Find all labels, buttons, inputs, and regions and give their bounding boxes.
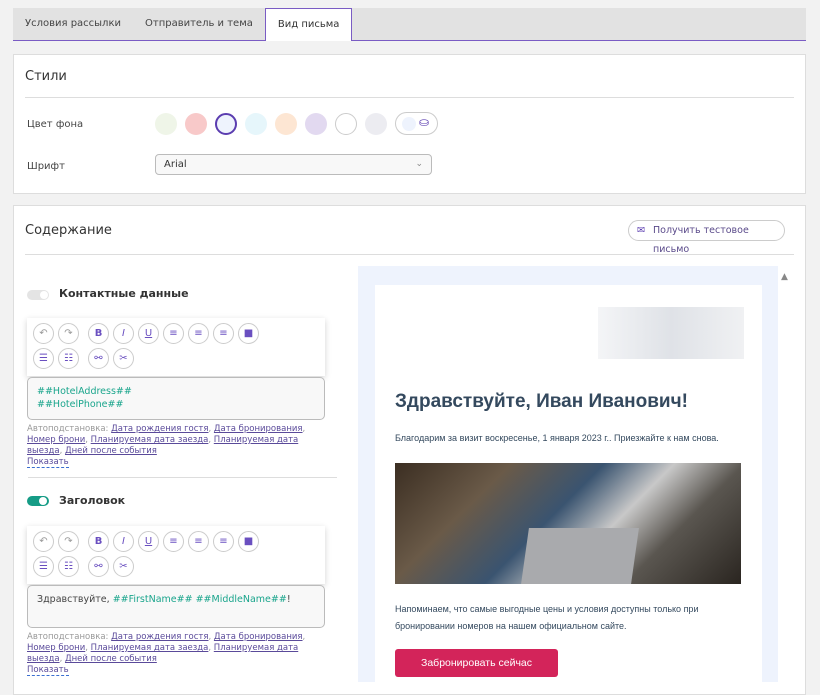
bold-icon[interactable]: B bbox=[88, 531, 109, 552]
header-suffix: ! bbox=[286, 594, 291, 605]
tag-hotel-address: ##HotelAddress## bbox=[37, 386, 132, 397]
unlink-icon[interactable]: ✂ bbox=[113, 348, 134, 369]
align-left-icon[interactable]: ≡ bbox=[163, 531, 184, 552]
book-now-button[interactable]: Забронировать сейчас bbox=[395, 649, 558, 677]
autosub-link[interactable]: Дата рождения гостя bbox=[111, 632, 208, 642]
scroll-up-arrow[interactable]: ▲ bbox=[781, 272, 788, 282]
email-body: Здравствуйте, Иван Иванович! Благодарим … bbox=[375, 285, 762, 685]
divider bbox=[28, 477, 337, 478]
paint-bucket-icon: ⛀ bbox=[419, 115, 430, 129]
show-more-link[interactable]: Показать bbox=[27, 665, 69, 676]
envelope-icon: ✉ bbox=[637, 225, 645, 236]
color-swatch[interactable] bbox=[335, 113, 357, 135]
bold-icon[interactable]: B bbox=[88, 323, 109, 344]
autosub-label: Автоподстановка: bbox=[27, 424, 112, 434]
redo-icon[interactable]: ↷ bbox=[58, 531, 79, 552]
color-swatch[interactable] bbox=[365, 113, 387, 135]
color-swatch[interactable] bbox=[215, 113, 237, 135]
tab-letter-view[interactable]: Вид письма bbox=[264, 8, 353, 41]
tag-hotel-phone: ##HotelPhone## bbox=[37, 399, 124, 410]
email-photo bbox=[395, 463, 741, 584]
color-swatch[interactable] bbox=[305, 113, 327, 135]
align-center-icon[interactable]: ≡ bbox=[188, 531, 209, 552]
autosub-link[interactable]: Номер брони bbox=[27, 643, 85, 653]
font-value: Arial bbox=[164, 159, 187, 170]
numbered-list-icon[interactable]: ☷ bbox=[58, 556, 79, 577]
undo-icon[interactable]: ↶ bbox=[33, 323, 54, 344]
header-editor[interactable]: Здравствуйте, ##FirstName## ##MiddleName… bbox=[27, 585, 325, 628]
justify-icon[interactable]: ■ bbox=[238, 531, 259, 552]
contacts-title: Контактные данные bbox=[59, 287, 189, 300]
color-swatch[interactable] bbox=[185, 113, 207, 135]
email-thanks: Благодарим за визит воскресенье, 1 январ… bbox=[395, 433, 719, 443]
logo-placeholder bbox=[598, 307, 744, 359]
autosub-link[interactable]: Дата бронирования bbox=[214, 632, 303, 642]
contacts-toggle[interactable] bbox=[27, 290, 49, 300]
bullet-list-icon[interactable]: ☰ bbox=[33, 348, 54, 369]
align-left-icon[interactable]: ≡ bbox=[163, 323, 184, 344]
font-select[interactable]: Arial ⌄ bbox=[155, 154, 432, 175]
bullet-list-icon[interactable]: ☰ bbox=[33, 556, 54, 577]
underline-icon[interactable]: U bbox=[138, 531, 159, 552]
align-right-icon[interactable]: ≡ bbox=[213, 531, 234, 552]
content-title: Содержание bbox=[25, 223, 112, 238]
autosub-link[interactable]: Дата рождения гостя bbox=[111, 424, 208, 434]
color-swatch[interactable] bbox=[245, 113, 267, 135]
laptop-image bbox=[521, 528, 639, 584]
styles-title: Стили bbox=[25, 69, 67, 84]
italic-icon[interactable]: I bbox=[113, 531, 134, 552]
autosub-link[interactable]: Дней после события bbox=[65, 654, 157, 664]
autosub-link[interactable]: Номер брони bbox=[27, 435, 85, 445]
email-reminder: Напоминаем, что самые выгодные цены и ус… bbox=[395, 604, 699, 631]
justify-icon[interactable]: ■ bbox=[238, 323, 259, 344]
custom-color-button[interactable]: ⛀ bbox=[395, 112, 438, 135]
tab-bar: Условия рассылки Отправитель и тема Вид … bbox=[13, 8, 806, 41]
undo-icon[interactable]: ↶ bbox=[33, 531, 54, 552]
align-right-icon[interactable]: ≡ bbox=[213, 323, 234, 344]
contacts-editor[interactable]: ##HotelAddress## ##HotelPhone## bbox=[27, 377, 325, 420]
autosubstitution: Автоподстановка: Дата рождения гостя, Да… bbox=[27, 632, 306, 676]
bg-color-label: Цвет фона bbox=[27, 119, 84, 130]
tab-sender[interactable]: Отправитель и тема bbox=[133, 8, 265, 40]
redo-icon[interactable]: ↷ bbox=[58, 323, 79, 344]
numbered-list-icon[interactable]: ☷ bbox=[58, 348, 79, 369]
email-preview: Здравствуйте, Иван Иванович! Благодарим … bbox=[358, 266, 778, 685]
autosub-label: Автоподстановка: bbox=[27, 632, 112, 642]
unlink-icon[interactable]: ✂ bbox=[113, 556, 134, 577]
link-icon[interactable]: ⚯ bbox=[88, 556, 109, 577]
link-icon[interactable]: ⚯ bbox=[88, 348, 109, 369]
show-more-link[interactable]: Показать bbox=[27, 457, 69, 468]
email-heading: Здравствуйте, Иван Иванович! bbox=[395, 391, 688, 412]
tag-first-name: ##FirstName## bbox=[112, 594, 193, 605]
autosubstitution: Автоподстановка: Дата рождения гостя, Да… bbox=[27, 424, 306, 468]
autosub-link[interactable]: Планируемая дата заезда bbox=[91, 435, 209, 445]
header-title: Заголовок bbox=[59, 494, 126, 507]
format-toolbar: ↶ ↷ B I U ≡ ≡ ≡ ■ ☰ ☷ ⚯ ✂ bbox=[27, 318, 325, 376]
align-center-icon[interactable]: ≡ bbox=[188, 323, 209, 344]
chevron-down-icon: ⌄ bbox=[415, 159, 423, 169]
tag-middle-name: ##MiddleName## bbox=[195, 594, 287, 605]
format-toolbar: ↶ ↷ B I U ≡ ≡ ≡ ■ ☰ ☷ ⚯ ✂ bbox=[27, 526, 325, 584]
autosub-link[interactable]: Планируемая дата заезда bbox=[91, 643, 209, 653]
custom-color-preview bbox=[402, 117, 416, 131]
font-label: Шрифт bbox=[27, 161, 65, 172]
get-test-email-button[interactable]: ✉ Получить тестовое письмо bbox=[628, 220, 785, 255]
color-swatch[interactable] bbox=[275, 113, 297, 135]
header-toggle[interactable] bbox=[27, 496, 49, 506]
tab-conditions[interactable]: Условия рассылки bbox=[13, 8, 133, 40]
autosub-link[interactable]: Дней после события bbox=[65, 446, 157, 456]
color-swatch[interactable] bbox=[155, 113, 177, 135]
italic-icon[interactable]: I bbox=[113, 323, 134, 344]
divider bbox=[25, 97, 794, 98]
autosub-link[interactable]: Дата бронирования bbox=[214, 424, 303, 434]
header-text: Здравствуйте, bbox=[37, 594, 113, 605]
underline-icon[interactable]: U bbox=[138, 323, 159, 344]
